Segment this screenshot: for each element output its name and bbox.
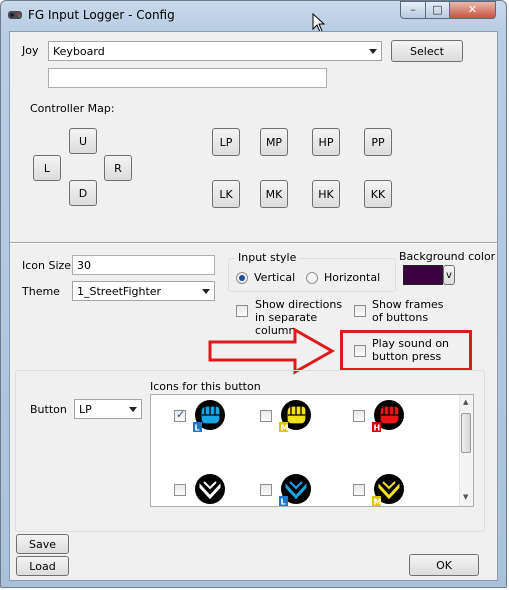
fist-white-icon	[195, 474, 225, 504]
map-button-hk[interactable]: HK	[312, 180, 340, 208]
map-button-mp[interactable]: MP	[260, 128, 288, 156]
theme-selected-value: 1_StreetFighter	[77, 284, 162, 298]
background-color-picker-button[interactable]: v	[443, 265, 455, 285]
ok-button[interactable]: OK	[409, 554, 479, 576]
svg-text:M: M	[281, 424, 289, 433]
svg-text:L: L	[281, 498, 286, 507]
icon-checkbox[interactable]	[260, 484, 272, 496]
icon-size-label: Icon Size	[22, 259, 72, 272]
load-button[interactable]: Load	[16, 556, 69, 576]
joy-dropdown[interactable]: Keyboard	[48, 41, 382, 61]
horizontal-radio[interactable]	[306, 272, 318, 284]
show-directions-checkbox[interactable]	[236, 305, 248, 317]
theme-label: Theme	[22, 285, 60, 298]
mouse-cursor-icon	[312, 13, 326, 33]
svg-text:H: H	[374, 424, 381, 433]
fist-yellow-m-icon: M	[279, 400, 311, 433]
client-area: Joy Keyboard Select Controller Map: U L …	[9, 31, 498, 581]
icon-list-scrollbar[interactable]: ▲ ▼	[459, 395, 473, 506]
section-divider	[10, 242, 497, 244]
controller-map-label: Controller Map:	[30, 102, 115, 115]
background-color-swatch[interactable]	[403, 265, 443, 285]
map-button-pp[interactable]: PP	[364, 128, 392, 156]
map-button-lk[interactable]: LK	[212, 180, 240, 208]
vertical-radio[interactable]	[236, 272, 248, 284]
horizontal-radio-label[interactable]: Horizontal	[324, 271, 380, 284]
kick-blue-l-icon: L	[279, 474, 311, 507]
icon-checkbox[interactable]	[260, 410, 272, 422]
scroll-thumb[interactable]	[461, 413, 471, 453]
play-sound-label[interactable]: Play sound on button press	[372, 337, 456, 363]
icons-for-button-label: Icons for this button	[150, 380, 261, 393]
theme-dropdown[interactable]: 1_StreetFighter	[72, 281, 215, 301]
window-title: FG Input Logger - Config	[28, 8, 175, 22]
icon-size-field[interactable]: 30	[72, 255, 215, 275]
background-color-label: Background color	[399, 250, 496, 263]
chevron-down-icon	[129, 407, 137, 412]
button-label: Button	[30, 403, 67, 416]
map-button-left[interactable]: L	[33, 155, 61, 181]
config-window: FG Input Logger - Config – □ ✕ Joy Keybo…	[0, 0, 507, 588]
red-arrow-icon	[208, 327, 336, 375]
scroll-down-icon[interactable]: ▼	[463, 493, 468, 501]
fist-red-h-icon: H	[372, 400, 404, 433]
map-button-lp[interactable]: LP	[212, 128, 240, 156]
vertical-radio-label[interactable]: Vertical	[254, 271, 295, 284]
joy-selected-value: Keyboard	[53, 44, 105, 58]
select-button[interactable]: Select	[391, 40, 463, 62]
save-button[interactable]: Save	[16, 534, 69, 554]
kick-yellow-m-icon: M	[372, 474, 404, 507]
icon-checkbox[interactable]	[174, 408, 186, 422]
map-button-mk[interactable]: MK	[260, 180, 288, 208]
map-button-up[interactable]: U	[69, 128, 97, 154]
joy-text-field[interactable]	[48, 68, 327, 88]
close-button[interactable]: ✕	[449, 1, 496, 19]
map-button-hp[interactable]: HP	[312, 128, 340, 156]
show-frames-checkbox[interactable]	[354, 305, 366, 317]
app-icon	[8, 11, 22, 19]
chevron-down-icon	[202, 289, 210, 294]
chevron-down-icon	[369, 49, 377, 54]
title-bar[interactable]: FG Input Logger - Config – □ ✕	[1, 1, 506, 33]
map-button-kk[interactable]: KK	[364, 180, 392, 208]
minimize-button[interactable]: –	[400, 1, 426, 19]
icon-checkbox[interactable]	[174, 484, 186, 496]
show-frames-label[interactable]: Show frames of buttons	[372, 298, 456, 324]
icon-checkbox[interactable]	[353, 410, 365, 422]
svg-text:M: M	[374, 498, 382, 507]
map-button-down[interactable]: D	[69, 180, 97, 206]
svg-text:L: L	[195, 424, 200, 433]
map-button-right[interactable]: R	[104, 155, 132, 181]
button-selected-value: LP	[79, 402, 92, 416]
icon-checkbox[interactable]	[353, 484, 365, 496]
maximize-button[interactable]: □	[425, 1, 450, 19]
scroll-up-icon[interactable]: ▲	[463, 398, 468, 406]
joy-label: Joy	[22, 44, 39, 57]
button-dropdown[interactable]: LP	[74, 399, 142, 419]
input-style-title: Input style	[235, 251, 300, 264]
play-sound-checkbox[interactable]	[354, 345, 366, 357]
fist-blue-l-icon: L	[193, 400, 225, 433]
